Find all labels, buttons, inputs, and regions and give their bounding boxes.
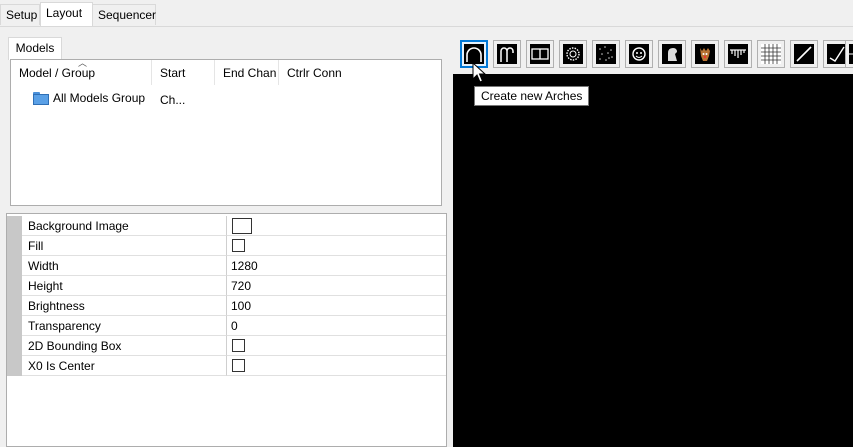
property-row-fill: Fill [7, 236, 446, 256]
circle-icon [566, 47, 580, 61]
image-button[interactable] [691, 40, 719, 68]
width-field[interactable]: 1280 [227, 256, 446, 276]
brightness-field[interactable]: 100 [227, 296, 446, 316]
icicles-button[interactable] [724, 40, 752, 68]
property-name: Fill [22, 236, 227, 256]
tree-item-all-models-group[interactable]: All Models Group [33, 89, 145, 107]
mouse-pointer-icon [472, 62, 486, 83]
fill-checkbox[interactable] [232, 239, 245, 253]
sphere-icon [849, 53, 853, 55]
property-name: Transparency [22, 316, 227, 336]
property-row-2d-bounding-box: 2D Bounding Box [7, 336, 446, 356]
arches-icon [466, 47, 482, 62]
property-row-height: Height 720 [7, 276, 446, 296]
property-row-transparency: Transparency 0 [7, 316, 446, 336]
property-grid: Background Image Fill Width 1280 Height … [6, 213, 447, 447]
property-name: Width [22, 256, 227, 276]
matrix-button[interactable] [757, 40, 785, 68]
channel-block-icon [531, 48, 549, 60]
custom-model-button[interactable] [625, 40, 653, 68]
tab-models[interactable]: Models [8, 37, 62, 60]
candy-canes-button[interactable] [493, 40, 521, 68]
dmx-icon [668, 48, 677, 61]
image-icon [700, 48, 710, 61]
tab-layout[interactable]: Layout [40, 2, 93, 26]
dmx-button[interactable] [658, 40, 686, 68]
property-name: Brightness [22, 296, 227, 316]
single-line-icon [796, 46, 812, 62]
property-name: Height [22, 276, 227, 296]
channel-block-button[interactable] [526, 40, 554, 68]
property-row-brightness: Brightness 100 [7, 296, 446, 316]
folder-icon [33, 92, 49, 106]
column-end-channel[interactable]: End Chan [215, 60, 279, 85]
sphere-button[interactable] [845, 40, 853, 68]
candy-canes-icon [500, 47, 514, 62]
column-controller-connection[interactable]: Ctrlr Conn [279, 60, 359, 85]
property-value-2d-bounding-box [227, 336, 446, 356]
models-tree: ︿ Model / Group Start Ch... End Chan Ctr… [10, 59, 442, 206]
bounding-box-checkbox[interactable] [232, 339, 245, 353]
property-name: Background Image [22, 216, 227, 236]
tree-header: ︿ Model / Group Start Ch... End Chan Ctr… [11, 58, 441, 108]
tab-setup[interactable]: Setup [0, 4, 40, 25]
image-picker-swatch[interactable] [232, 217, 252, 234]
property-row-x0-is-center: X0 Is Center [7, 356, 446, 376]
cube-button[interactable] [592, 40, 620, 68]
circle-button[interactable] [559, 40, 587, 68]
x0-center-checkbox[interactable] [232, 359, 245, 373]
property-value-x0-is-center [227, 356, 446, 376]
column-model-group[interactable]: ︿ Model / Group [11, 58, 152, 85]
property-name: X0 Is Center [22, 356, 227, 376]
layout-preview-canvas[interactable] [453, 74, 853, 447]
property-row-width: Width 1280 [7, 256, 446, 276]
tab-sequencer[interactable]: Sequencer [92, 4, 156, 25]
main-tab-bar: Setup Layout Sequencer [0, 0, 853, 27]
height-field[interactable]: 720 [227, 276, 446, 296]
property-row-background-image: Background Image [7, 216, 446, 236]
matrix-icon [761, 44, 781, 64]
custom-icon [632, 47, 646, 61]
transparency-field[interactable]: 0 [227, 316, 446, 336]
property-name: 2D Bounding Box [22, 336, 227, 356]
single-line-button[interactable] [790, 40, 818, 68]
poly-line-icon [829, 46, 845, 62]
cube-icon [599, 46, 613, 61]
property-value-background-image[interactable] [227, 216, 446, 236]
icicles-icon [730, 49, 746, 58]
sort-ascending-icon: ︿ [78, 58, 88, 68]
column-start-channel[interactable]: Start Ch... [152, 60, 215, 107]
toolbar-tooltip: Create new Arches [474, 86, 590, 106]
property-value-fill [227, 236, 446, 256]
